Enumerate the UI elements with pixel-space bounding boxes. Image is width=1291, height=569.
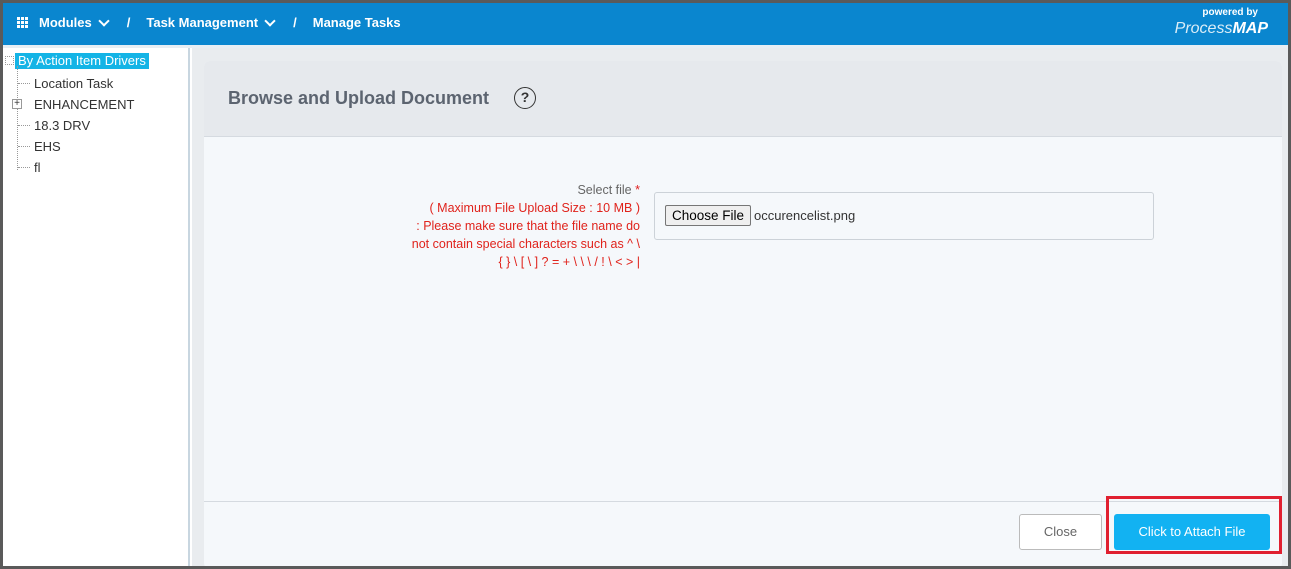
breadcrumb-separator: / (293, 14, 297, 30)
app-frame: Modules / Task Management / Manage Tasks… (3, 3, 1288, 566)
tree-connector (5, 56, 14, 65)
selected-file-name: occurencelist.png (754, 208, 856, 223)
nav-modules[interactable]: Modules (39, 15, 92, 30)
dialog-footer-divider (204, 501, 1282, 502)
help-icon[interactable]: ? (514, 87, 536, 109)
tree-connector (18, 167, 30, 168)
breadcrumb-separator: / (126, 14, 131, 30)
select-file-label: Select file * (577, 183, 640, 197)
breadcrumb: Modules / Task Management / Manage Tasks (17, 3, 401, 41)
tree-item-ehs[interactable]: EHS (34, 139, 61, 154)
file-name-note: : Please make sure that the file name do (416, 219, 640, 233)
upload-dialog: Browse and Upload Document ? Select file… (204, 61, 1282, 566)
dialog-title: Browse and Upload Document (228, 88, 490, 108)
dialog-header: Browse and Upload Document ? (204, 61, 1282, 137)
nav-task-management[interactable]: Task Management (146, 15, 258, 30)
select-file-label-block: Select file * ( Maximum File Upload Size… (380, 181, 640, 271)
main-area: Browse and Upload Document ? Select file… (192, 48, 1288, 566)
processmap-logo: powered by ProcessMAP (1172, 6, 1268, 42)
tree-root-by-action-item-drivers[interactable]: By Action Item Drivers (15, 53, 149, 69)
max-size-note: ( Maximum File Upload Size : 10 MB ) (429, 201, 640, 215)
file-input-container: Choose File occurencelist.png (654, 192, 1154, 240)
tree-item-18-3-drv[interactable]: 18.3 DRV (34, 118, 90, 133)
brand-name: ProcessMAP (1174, 20, 1268, 37)
tree-connector (18, 146, 30, 147)
tree-item-fl[interactable]: fl (34, 160, 41, 175)
attach-file-button[interactable]: Click to Attach File (1114, 514, 1270, 550)
close-button[interactable]: Close (1019, 514, 1102, 550)
required-mark: * (635, 183, 640, 197)
chevron-down-icon[interactable] (264, 14, 276, 27)
tree-item-location-task[interactable]: Location Task (34, 76, 113, 91)
powered-by-text: powered by (1202, 7, 1258, 18)
tree-connector (18, 125, 30, 126)
chevron-down-icon[interactable] (98, 14, 110, 27)
tree-item-enhancement[interactable]: ENHANCEMENT (34, 97, 134, 112)
file-name-note: not contain special characters such as ^… (411, 237, 640, 251)
tree-connector (18, 83, 30, 84)
file-name-note: { } \ [ \ ] ? = + \ \ \ / ! \ < > | (498, 255, 640, 269)
apps-grid-icon[interactable] (17, 16, 28, 28)
expand-plus-icon[interactable]: + (12, 99, 22, 109)
top-nav-bar: Modules / Task Management / Manage Tasks… (3, 3, 1288, 45)
sidebar-tree: By Action Item Drivers Location Task + E… (3, 48, 190, 566)
choose-file-button[interactable]: Choose File (665, 205, 752, 226)
tree-connector (17, 66, 18, 170)
nav-manage-tasks[interactable]: Manage Tasks (313, 15, 401, 30)
